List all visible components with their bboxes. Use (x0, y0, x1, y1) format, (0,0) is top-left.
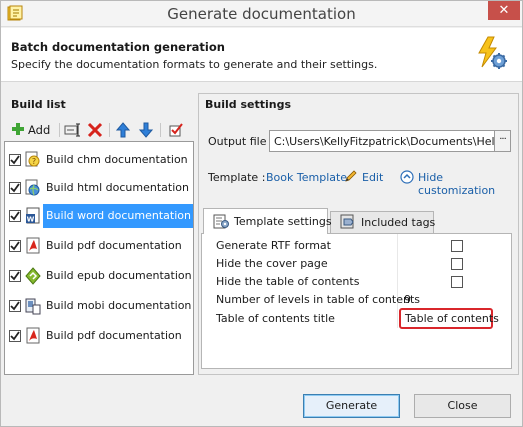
property-row[interactable]: Generate RTF format (202, 237, 511, 255)
property-name: Hide the table of contents (216, 275, 360, 288)
browse-button[interactable]: ··· (494, 130, 511, 152)
epub-icon (25, 267, 41, 285)
tab-label: Template settings (234, 215, 332, 228)
list-item-label: Build html documentation (46, 181, 189, 194)
output-file-label: Output file : (208, 135, 274, 148)
wizard-bolt-gear-icon (478, 36, 507, 69)
template-settings-grid: Generate RTF format Hide the cover page … (201, 233, 512, 369)
chm-icon: ? (25, 151, 40, 167)
list-item[interactable]: Build pdf documentation (5, 322, 193, 350)
tab-template-settings[interactable]: Template settings (203, 208, 332, 234)
list-item[interactable]: Build pdf documentation (5, 232, 193, 260)
list-item-label: Build pdf documentation (46, 329, 182, 342)
edit-template-link[interactable]: Edit (362, 171, 383, 184)
close-button[interactable]: Close (414, 394, 511, 418)
tab-label: Included tags (361, 216, 436, 229)
window-close-button[interactable]: ✕ (488, 1, 520, 20)
list-item[interactable]: Build mobi documentation (5, 292, 193, 320)
list-item-label: Build chm documentation (46, 153, 188, 166)
build-checkbox[interactable] (9, 210, 21, 222)
title-bar: Generate documentation ✕ (1, 1, 522, 27)
toolbar-separator (59, 123, 60, 137)
property-row[interactable]: Hide the cover page (202, 255, 511, 273)
build-list[interactable]: ? Build chm documentation Build html doc… (4, 141, 194, 375)
build-list-toolbar: Add (9, 121, 191, 139)
property-row[interactable]: Number of levels in table of contents 9 (202, 291, 511, 309)
hide-cover-page-checkbox[interactable] (451, 258, 463, 270)
header-subtitle: Specify the documentation formats to gen… (11, 58, 378, 71)
property-name: Table of contents title (216, 312, 335, 325)
toolbar-separator (160, 123, 161, 137)
hide-customization-link[interactable]: Hide customization (418, 171, 522, 197)
property-row[interactable]: Hide the table of contents (202, 273, 511, 291)
list-item[interactable]: Build epub documentation (5, 262, 193, 290)
dialog-header: Batch documentation generation Specify t… (1, 28, 522, 82)
html-globe-icon (25, 179, 40, 196)
generate-documentation-dialog: Generate documentation ✕ Batch documenta… (0, 0, 523, 427)
build-settings-label: Build settings (205, 98, 292, 111)
pdf-icon (26, 327, 40, 344)
toc-levels-value[interactable]: 9 (404, 293, 411, 306)
window-title: Generate documentation (167, 5, 356, 23)
collapse-up-icon[interactable] (400, 170, 414, 184)
toolbar-separator (109, 123, 110, 137)
property-name: Generate RTF format (216, 239, 331, 252)
add-label: Add (28, 123, 51, 137)
check-all-icon[interactable] (169, 121, 183, 139)
tags-icon (340, 214, 354, 229)
output-file-value: C:\Users\KellyFitzpatrick\Documents\Help… (274, 135, 494, 148)
list-item[interactable]: ? Build chm documentation (5, 146, 193, 174)
svg-text:W: W (27, 216, 35, 224)
build-checkbox[interactable] (9, 300, 21, 312)
list-item-label: Build pdf documentation (46, 239, 182, 252)
rename-icon[interactable] (64, 121, 82, 139)
build-checkbox[interactable] (9, 182, 21, 194)
list-item[interactable]: W Build word documentation (5, 202, 193, 230)
header-title: Batch documentation generation (11, 40, 225, 54)
build-checkbox[interactable] (9, 154, 21, 166)
pencil-icon[interactable] (344, 169, 358, 183)
generate-button[interactable]: Generate (303, 394, 400, 418)
list-item[interactable]: Build html documentation (5, 174, 193, 202)
move-down-icon[interactable] (139, 121, 153, 139)
list-item-label: Build mobi documentation (46, 299, 192, 312)
template-name-link[interactable]: Book Template (266, 171, 347, 184)
generate-rtf-checkbox[interactable] (451, 240, 463, 252)
hide-toc-checkbox[interactable] (451, 276, 463, 288)
plus-icon (12, 123, 24, 135)
build-checkbox[interactable] (9, 240, 21, 252)
list-item-label: Build word documentation (46, 209, 191, 222)
pdf-icon (26, 237, 40, 254)
build-checkbox[interactable] (9, 270, 21, 282)
template-settings-icon (213, 214, 229, 229)
toc-title-value: Table of contents (405, 312, 499, 325)
build-checkbox[interactable] (9, 330, 21, 342)
svg-text:?: ? (32, 157, 36, 166)
toc-title-input[interactable]: Table of contents (399, 308, 499, 329)
move-up-icon[interactable] (116, 121, 130, 139)
add-button[interactable]: Add (9, 121, 53, 139)
property-name: Hide the cover page (216, 257, 328, 270)
delete-icon[interactable] (87, 121, 103, 139)
build-list-label: Build list (11, 98, 66, 111)
output-file-input[interactable]: C:\Users\KellyFitzpatrick\Documents\Help… (269, 130, 495, 152)
mobi-icon (25, 298, 41, 315)
tab-included-tags[interactable]: Included tags (330, 211, 436, 234)
word-icon: W (26, 207, 40, 224)
list-item-label: Build epub documentation (46, 269, 192, 282)
template-label: Template : (208, 171, 266, 184)
property-row[interactable]: Table of contents title Table of content… (202, 308, 511, 329)
property-name: Number of levels in table of contents (216, 293, 420, 306)
